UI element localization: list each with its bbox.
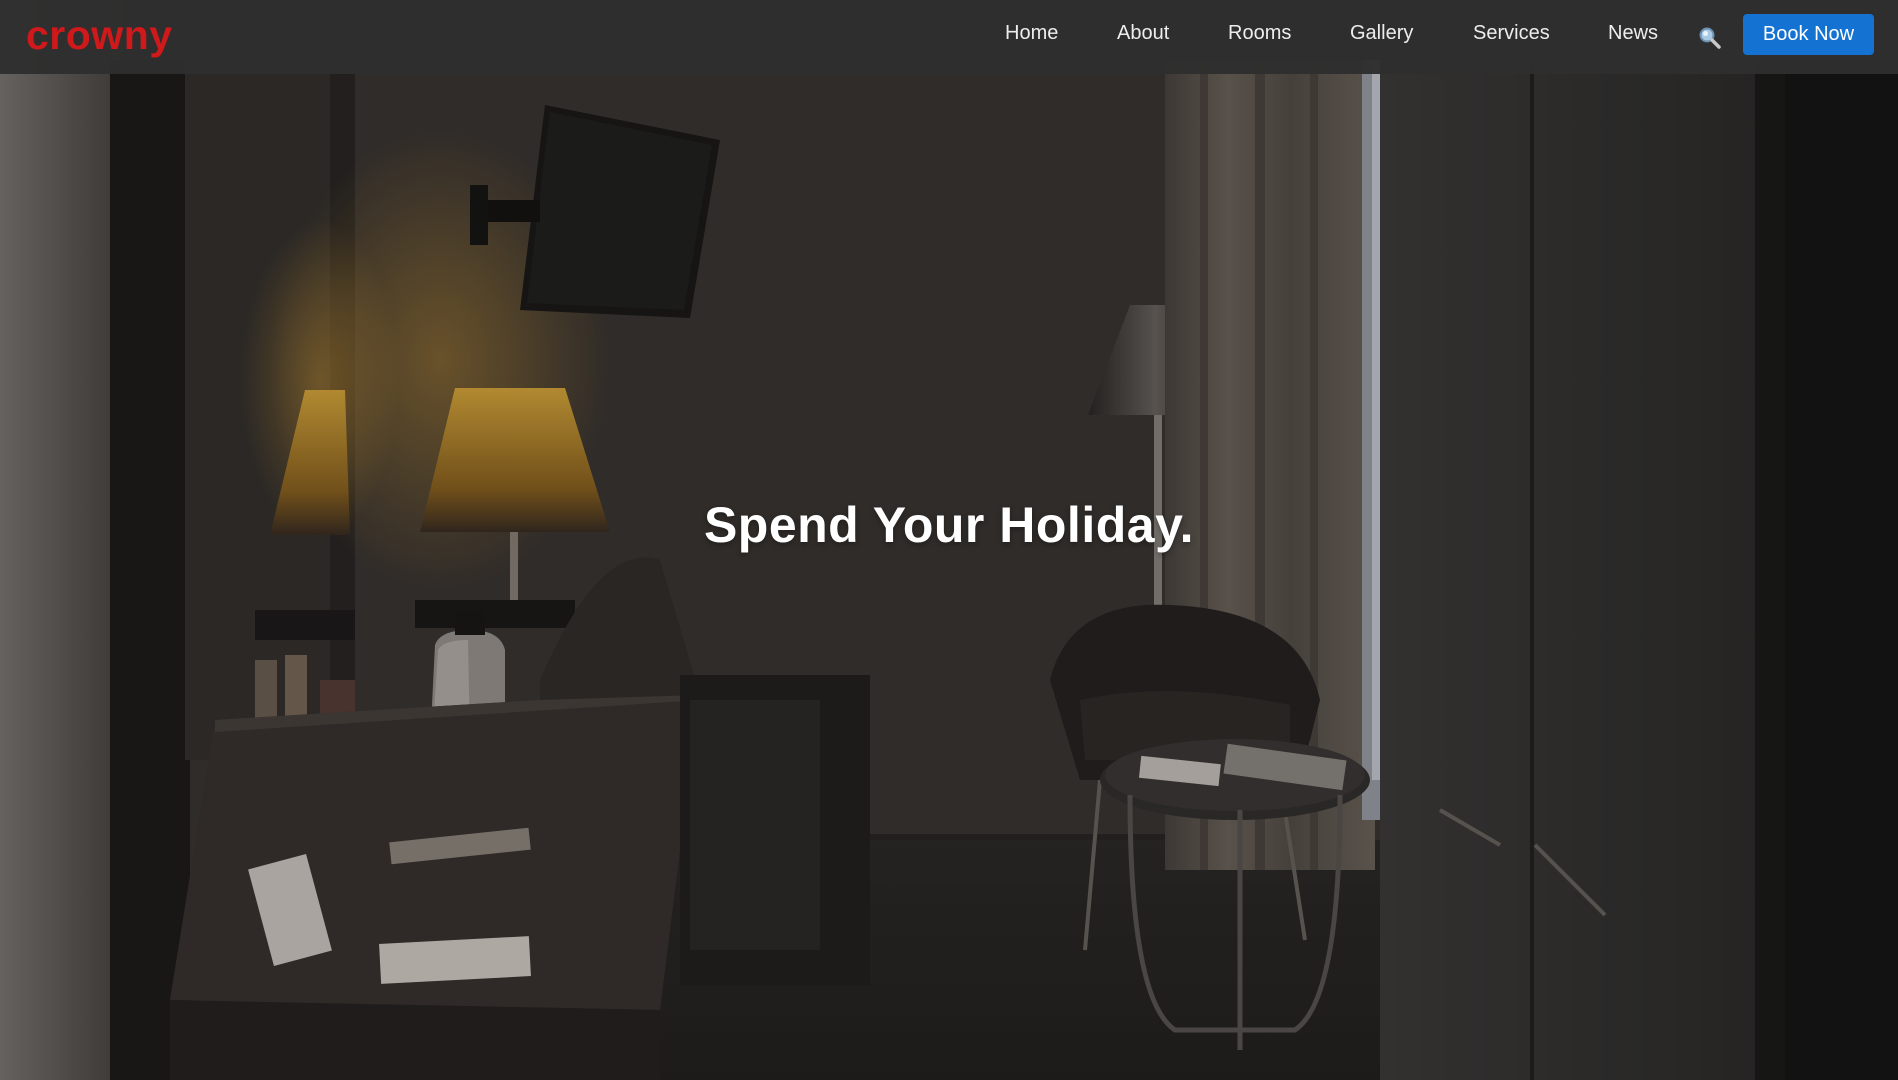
nav-item-home[interactable]: Home: [1005, 22, 1058, 45]
nav-item-gallery[interactable]: Gallery: [1350, 22, 1413, 45]
hero-section: Spend Your Holiday.: [0, 0, 1898, 1080]
search-icon[interactable]: [1697, 25, 1723, 51]
top-navbar: crowny Home About Rooms Gallery Services…: [0, 0, 1898, 74]
hero-headline: Spend Your Holiday.: [703, 497, 1195, 553]
nav-item-services[interactable]: Services: [1473, 22, 1550, 45]
nav-item-about[interactable]: About: [1117, 22, 1169, 45]
nav-item-rooms[interactable]: Rooms: [1228, 22, 1291, 45]
book-now-button[interactable]: Book Now: [1743, 14, 1874, 55]
main-nav: Home About Rooms Gallery Services News B…: [0, 0, 1898, 74]
nav-item-news[interactable]: News: [1608, 22, 1658, 45]
page: Spend Your Holiday. crowny Home About Ro…: [0, 0, 1898, 1080]
